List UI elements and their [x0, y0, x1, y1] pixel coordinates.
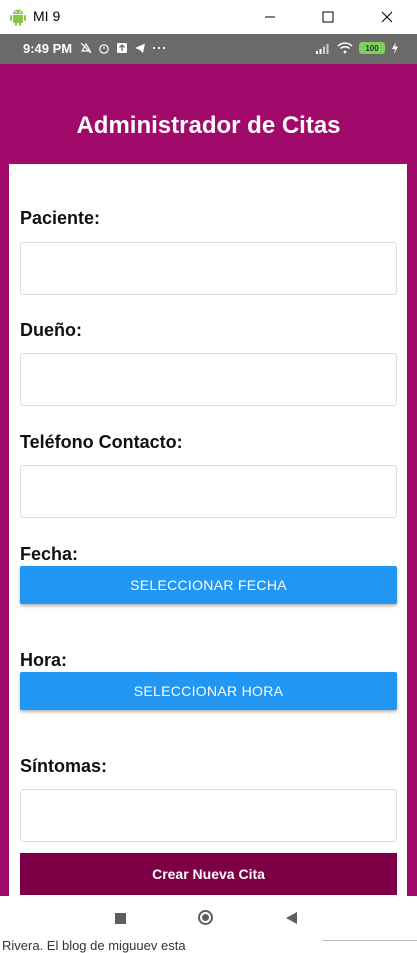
back-icon[interactable] [286, 912, 297, 924]
divider [322, 940, 417, 951]
home-icon[interactable] [198, 910, 213, 925]
telegram-icon [135, 43, 145, 53]
paciente-label: Paciente: [20, 208, 101, 228]
notification-icon [117, 43, 127, 53]
minimize-icon [265, 16, 275, 18]
sintomas-input[interactable] [20, 789, 397, 842]
battery-icon: 100 [359, 42, 385, 54]
hora-label: Hora: [20, 650, 68, 670]
telefono-input[interactable] [20, 465, 397, 518]
dueno-label: Dueño: [20, 320, 82, 340]
status-time: 9:49 PM [23, 41, 73, 56]
window-titlebar: MI 9 [0, 0, 417, 34]
recent-apps-icon[interactable] [115, 913, 126, 924]
select-time-button[interactable]: SELECCIONAR HORA [20, 672, 397, 710]
page-title: Administrador de Citas [76, 112, 341, 139]
mute-icon [80, 42, 92, 54]
android-icon [10, 9, 26, 26]
status-right-icons: 100 [315, 42, 399, 54]
appointment-form: Paciente: Dueño: Teléfono Contacto: Fech… [9, 164, 407, 896]
app-screen: Administrador de Citas Paciente: Dueño: … [0, 64, 417, 896]
signal-icon [316, 44, 329, 54]
alarm-icon [99, 44, 109, 54]
close-icon [381, 11, 393, 23]
more-icon [152, 46, 166, 50]
select-date-button[interactable]: SELECCIONAR FECHA [20, 566, 397, 604]
minimize-button[interactable] [248, 0, 292, 34]
charging-icon [392, 42, 398, 54]
create-appointment-button[interactable]: Crear Nueva Cita [20, 853, 397, 895]
maximize-button[interactable] [306, 0, 350, 34]
navigation-bar [0, 896, 417, 942]
window-title: MI 9 [33, 8, 61, 24]
wifi-icon [337, 42, 353, 54]
sintomas-label: Síntomas: [20, 756, 108, 776]
maximize-icon [322, 11, 334, 23]
fecha-label: Fecha: [20, 544, 79, 564]
background-text: Rivera. El blog de miguuev esta [2, 938, 186, 953]
status-bar: 9:49 PM 100 [0, 34, 417, 64]
telefono-label: Teléfono Contacto: [20, 432, 183, 452]
paciente-input[interactable] [20, 242, 397, 295]
close-button[interactable] [365, 0, 409, 34]
dueno-input[interactable] [20, 353, 397, 406]
status-left-icons [80, 42, 166, 54]
